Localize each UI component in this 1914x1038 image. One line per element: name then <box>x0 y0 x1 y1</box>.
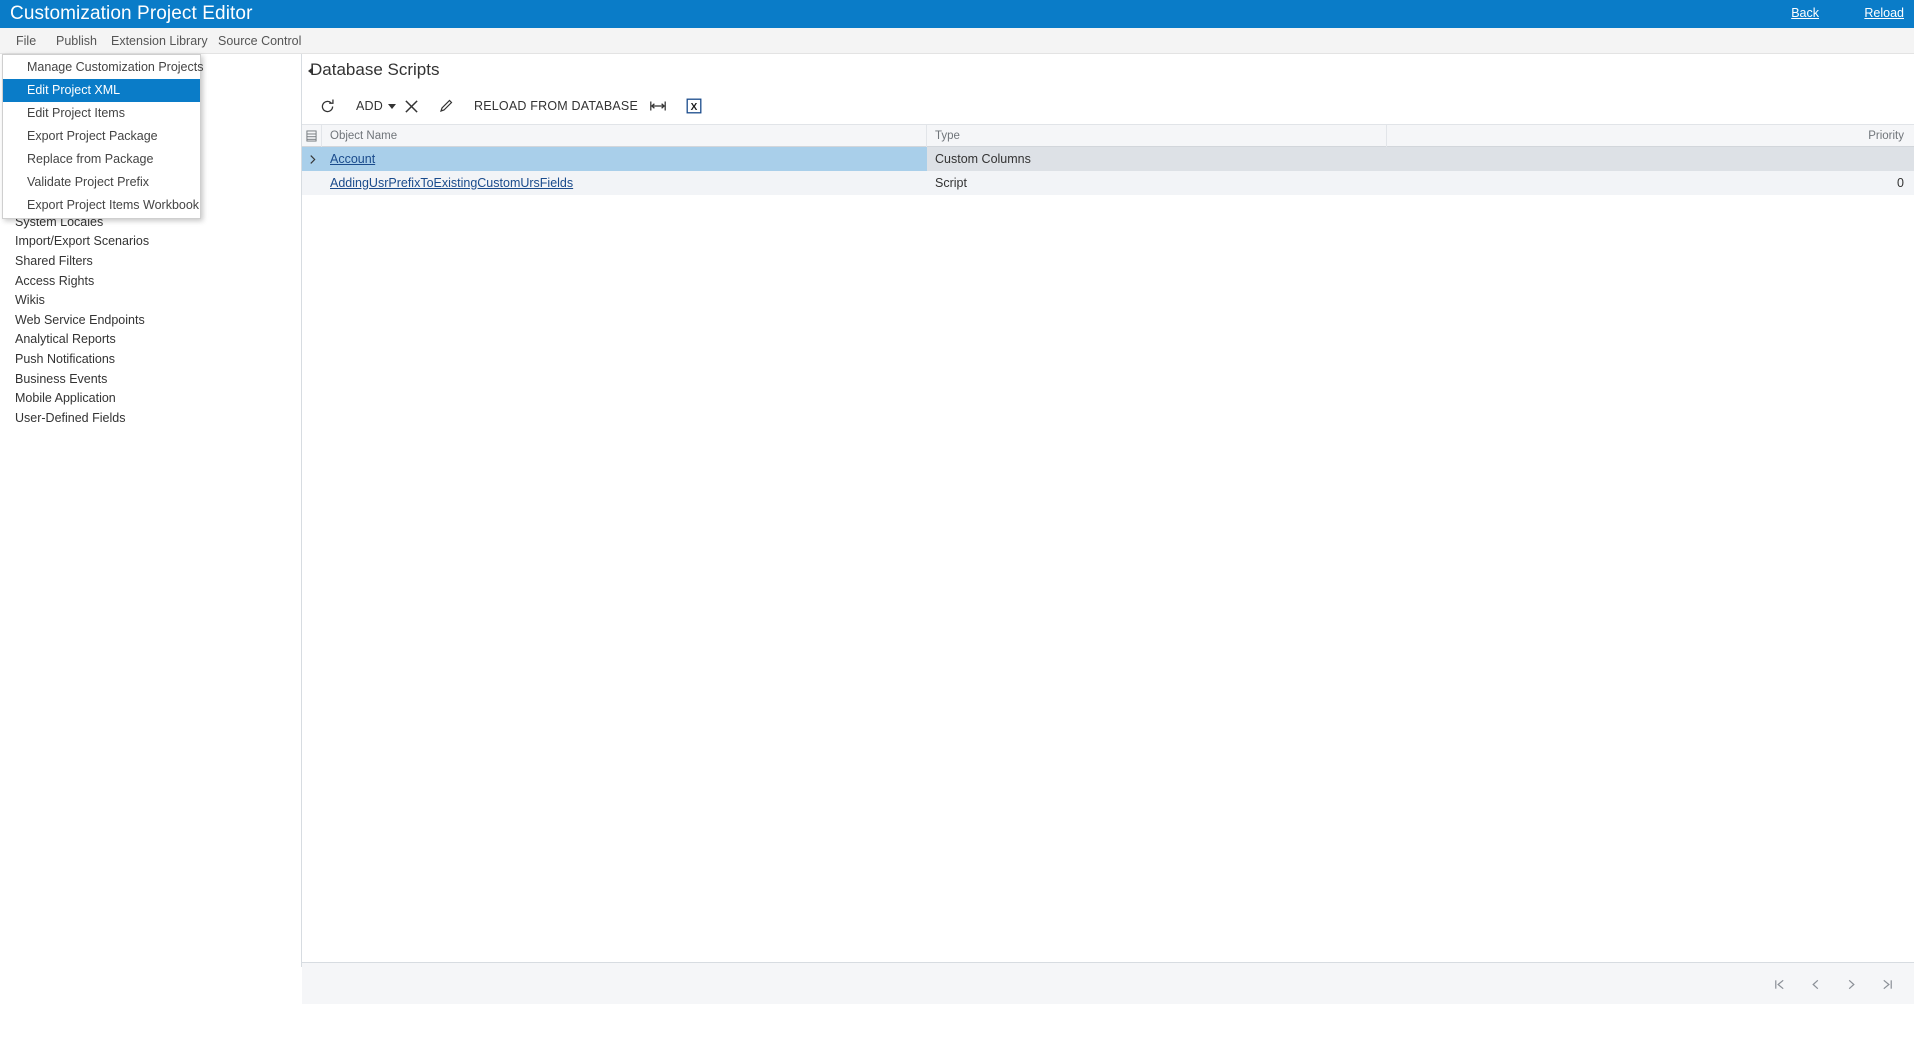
menu-item-file[interactable]: File <box>10 28 42 54</box>
sidebar-item-access-rights[interactable]: Access Rights <box>0 272 301 292</box>
svg-text:X: X <box>691 102 698 113</box>
menu-item-publish[interactable]: Publish <box>50 28 103 54</box>
panel-bottom-edge <box>302 1004 1914 1038</box>
menu-option-manage-customization-projects[interactable]: Manage Customization Projects <box>3 56 203 79</box>
refresh-icon <box>319 98 336 115</box>
object-name-link[interactable]: Account <box>330 152 375 166</box>
object-name-link[interactable]: AddingUsrPrefixToExistingCustomUrsFields <box>330 176 573 190</box>
menu-option-edit-project-xml[interactable]: Edit Project XML <box>3 79 200 102</box>
page-first-button[interactable] <box>1766 971 1792 997</box>
menu-item-source-control[interactable]: Source Control <box>212 28 307 54</box>
back-link[interactable]: Back <box>1791 4 1819 22</box>
edit-button[interactable] <box>430 87 462 125</box>
menu-option-export-project-items-workbook[interactable]: Export Project Items Workbook <box>3 194 200 217</box>
excel-export-icon: X <box>686 98 702 114</box>
reload-from-database-button[interactable]: RELOAD FROM DATABASE <box>468 87 644 125</box>
main-content: Database Scripts ADD RELOAD FROM DATABAS… <box>302 54 1914 1038</box>
page-last-icon <box>1881 978 1894 991</box>
page-last-button[interactable] <box>1874 971 1900 997</box>
sidebar-item-shared-filters[interactable]: Shared Filters <box>0 252 301 272</box>
page-prev-icon <box>1809 978 1822 991</box>
add-button-label: ADD <box>356 99 383 113</box>
grid-header-row: Object Name Type Priority <box>302 125 1914 147</box>
column-header-type[interactable]: Type <box>927 125 1387 147</box>
refresh-button[interactable] <box>310 87 344 125</box>
column-settings-icon[interactable] <box>302 125 322 147</box>
sidebar-item-analytical-reports[interactable]: Analytical Reports <box>0 330 301 350</box>
sidebar-item-import-export-scenarios[interactable]: Import/Export Scenarios <box>0 232 301 252</box>
cell-priority: 0 <box>1897 176 1904 190</box>
cell-type: Script <box>935 176 967 190</box>
database-scripts-grid: Object Name Type Priority Account Custom… <box>302 125 1914 1038</box>
fit-columns-button[interactable] <box>642 87 674 125</box>
title-bar: Customization Project Editor Back Reload <box>0 0 1914 28</box>
sidebar-item-push-notifications[interactable]: Push Notifications <box>0 350 301 370</box>
grid-toolbar: ADD RELOAD FROM DATABASE X <box>302 87 1914 125</box>
export-to-excel-button[interactable]: X <box>678 87 710 125</box>
page-prev-button[interactable] <box>1802 971 1828 997</box>
cell-object-name[interactable]: Account <box>322 147 927 171</box>
menu-option-replace-from-package[interactable]: Replace from Package <box>3 148 200 171</box>
database-scripts-panel: Database Scripts ADD RELOAD FROM DATABAS… <box>302 54 1914 1038</box>
page-title: Database Scripts <box>310 60 440 79</box>
page-first-icon <box>1773 978 1786 991</box>
column-header-object-name[interactable]: Object Name <box>322 125 927 147</box>
table-row[interactable]: Account Custom Columns <box>302 147 1914 171</box>
menu-bar: File Publish Extension Library Source Co… <box>0 28 1914 54</box>
reload-from-database-label: RELOAD FROM DATABASE <box>474 99 638 113</box>
sidebar-item-wikis[interactable]: Wikis <box>0 291 301 311</box>
page-next-button[interactable] <box>1838 971 1864 997</box>
sidebar-item-business-events[interactable]: Business Events <box>0 370 301 390</box>
delete-button[interactable] <box>395 87 427 125</box>
menu-option-validate-project-prefix[interactable]: Validate Project Prefix <box>3 171 200 194</box>
page-next-icon <box>1845 978 1858 991</box>
chevron-right-icon[interactable] <box>302 147 322 171</box>
menu-option-edit-project-items[interactable]: Edit Project Items <box>3 102 200 125</box>
cell-object-name[interactable]: AddingUsrPrefixToExistingCustomUrsFields <box>322 171 927 195</box>
panel-header: Database Scripts <box>302 54 1914 87</box>
table-row[interactable]: AddingUsrPrefixToExistingCustomUrsFields… <box>302 171 1914 195</box>
file-dropdown-menu[interactable]: Manage Customization Projects Edit Proje… <box>2 54 203 219</box>
sidebar-item-user-defined-fields[interactable]: User-Defined Fields <box>0 409 301 429</box>
pencil-icon <box>438 98 454 114</box>
grid-pagination-bar <box>302 962 1914 1004</box>
fit-width-icon <box>649 99 667 113</box>
close-x-icon <box>404 99 419 114</box>
app-title: Customization Project Editor <box>10 3 253 24</box>
sidebar-item-mobile-application[interactable]: Mobile Application <box>0 389 301 409</box>
row-expander-placeholder <box>302 171 322 195</box>
reload-link[interactable]: Reload <box>1864 4 1904 22</box>
sidebar-item-web-service-endpoints[interactable]: Web Service Endpoints <box>0 311 301 331</box>
menu-option-export-project-package[interactable]: Export Project Package <box>3 125 200 148</box>
cell-type: Custom Columns <box>927 147 1914 171</box>
column-header-priority[interactable]: Priority <box>1387 125 1914 147</box>
menu-item-extension-library[interactable]: Extension Library <box>105 28 214 54</box>
